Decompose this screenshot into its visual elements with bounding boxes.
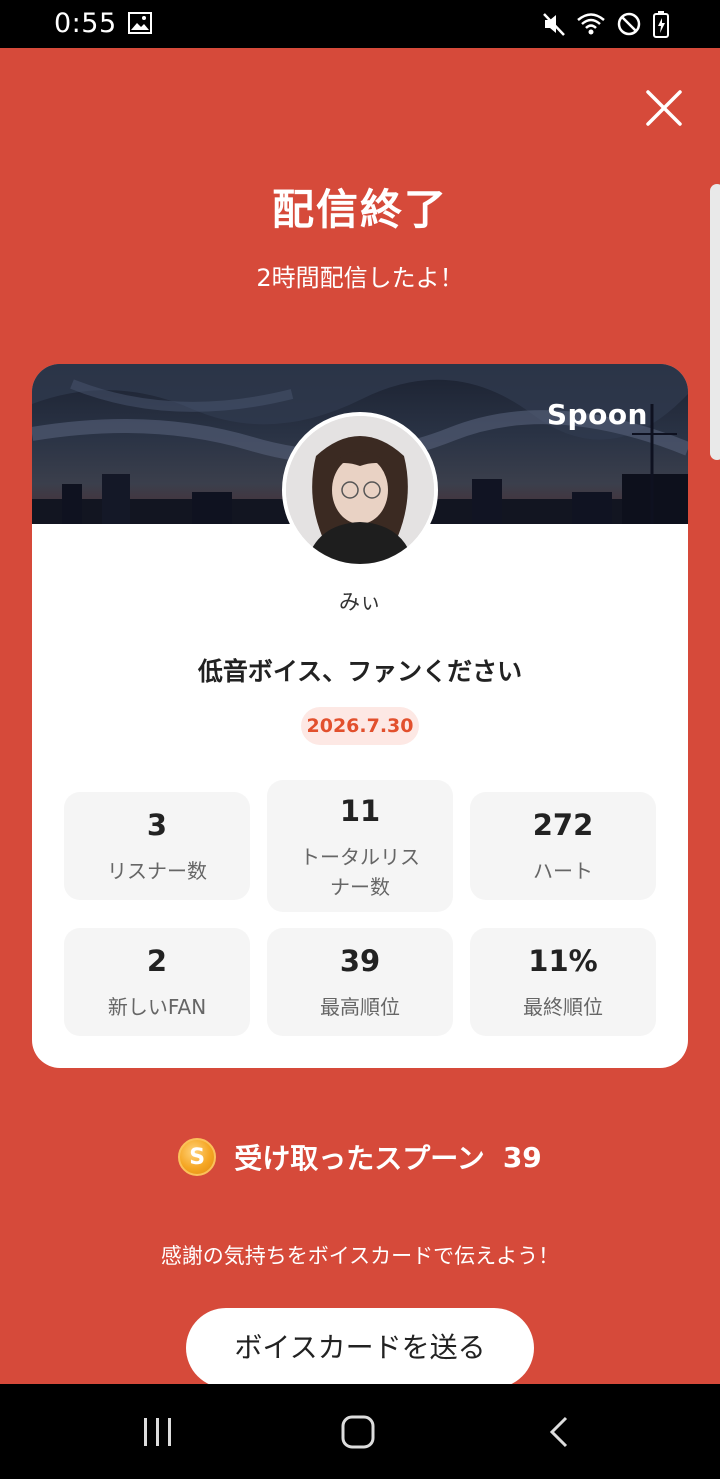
stat-highest-rank: 39 最高順位 xyxy=(267,928,453,1036)
wifi-icon xyxy=(577,13,605,35)
mute-icon xyxy=(543,13,565,36)
stat-value: 2 xyxy=(146,944,168,978)
date-badge: 2026.7.30 xyxy=(301,707,419,745)
page-title: 配信終了 xyxy=(271,185,448,234)
image-icon xyxy=(128,12,152,34)
stat-total-listeners: 11 トータルリス ナー数 xyxy=(267,780,453,912)
username: みぃ xyxy=(339,590,381,614)
stat-value: 11 xyxy=(339,794,381,828)
recent-apps-icon[interactable] xyxy=(140,1416,176,1448)
status-icons xyxy=(542,10,670,38)
navigation-bar xyxy=(0,1384,720,1479)
stat-label: 最高順位 xyxy=(320,995,400,1019)
do-not-disturb-icon xyxy=(617,12,641,36)
spoon-coin-icon: S xyxy=(178,1138,217,1176)
stat-label: ハート xyxy=(533,859,593,883)
spoons-received: S 受け取ったスプーン 39 xyxy=(0,1134,720,1180)
spoon-logo: Spoon xyxy=(546,398,648,431)
stat-value: 11% xyxy=(528,944,598,978)
stat-value: 272 xyxy=(532,808,594,842)
stat-value: 3 xyxy=(146,808,168,842)
close-icon[interactable] xyxy=(642,86,686,130)
spoons-count: 39 xyxy=(502,1140,542,1174)
stat-label-line2: ナー数 xyxy=(330,875,390,899)
stat-listeners: 3 リスナー数 xyxy=(64,792,250,900)
avatar[interactable] xyxy=(282,412,438,568)
send-voice-card-button[interactable]: ボイスカードを送る xyxy=(186,1308,534,1388)
stat-label: 最終順位 xyxy=(523,995,603,1019)
stat-value: 39 xyxy=(339,944,381,978)
stat-label: 新しいFAN xyxy=(107,995,207,1019)
spoons-label: 受け取ったスプーン xyxy=(234,1142,485,1175)
broadcast-summary-card: Spoon みぃ 低音ボイス、ファンください 2026.7.30 3 リスナー数… xyxy=(32,364,688,1068)
status-time: 0:55 xyxy=(54,8,117,39)
thanks-message: 感謝の気持ちをボイスカードで伝えよう！ xyxy=(160,1244,560,1268)
battery-icon xyxy=(653,11,669,38)
broadcast-title: 低音ボイス、ファンください xyxy=(197,657,523,686)
home-icon[interactable] xyxy=(340,1414,376,1450)
status-bar: 0:55 xyxy=(0,0,720,48)
stat-final-rank: 11% 最終順位 xyxy=(470,928,656,1036)
stat-label: リスナー数 xyxy=(107,859,207,883)
stat-new-fans: 2 新しいFAN xyxy=(64,928,250,1036)
stat-hearts: 272 ハート xyxy=(470,792,656,900)
back-icon[interactable] xyxy=(546,1416,574,1448)
stat-label-line1: トータルリス xyxy=(300,845,420,869)
page-subtitle: 2時間配信したよ！ xyxy=(256,264,464,292)
scroll-indicator[interactable] xyxy=(710,184,720,460)
